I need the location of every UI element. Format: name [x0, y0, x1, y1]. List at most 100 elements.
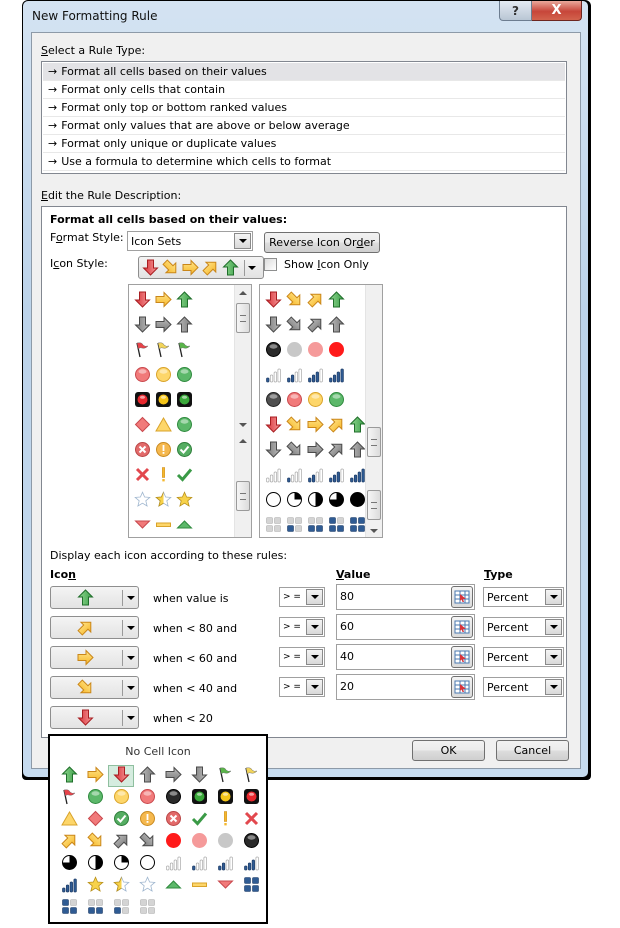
- icon-style-gallery-left[interactable]: [128, 284, 252, 538]
- operator-select[interactable]: > =: [279, 677, 325, 697]
- icon-picker-option[interactable]: [134, 897, 160, 919]
- icon-picker-option[interactable]: [56, 765, 82, 787]
- chevron-down-icon[interactable]: [123, 656, 138, 660]
- icon-picker-option[interactable]: [134, 875, 160, 897]
- operator-select[interactable]: > =: [279, 617, 325, 637]
- no-cell-icon-option[interactable]: No Cell Icon: [50, 745, 266, 758]
- cell-reference-button[interactable]: [451, 586, 473, 608]
- rule-type-option[interactable]: → Format only top or bottom ranked values: [43, 99, 565, 117]
- icon-picker-option[interactable]: [108, 853, 134, 875]
- chevron-down-icon[interactable]: [306, 619, 323, 635]
- rule-type-option[interactable]: → Format only unique or duplicate values: [43, 135, 565, 153]
- cell-reference-button[interactable]: [451, 616, 473, 638]
- rule-icon-select[interactable]: [50, 676, 139, 699]
- icon-picker-option[interactable]: [108, 787, 134, 809]
- icon-picker-option[interactable]: [186, 765, 212, 787]
- reverse-icon-order-button[interactable]: Reverse Icon Or d er: [264, 232, 380, 253]
- chevron-down-icon[interactable]: [245, 266, 259, 270]
- icon-set-option[interactable]: [129, 387, 251, 412]
- icon-set-option[interactable]: [260, 437, 382, 462]
- type-select[interactable]: Percent: [483, 677, 564, 697]
- chevron-down-icon[interactable]: [123, 626, 138, 630]
- icon-picker-option[interactable]: [56, 787, 82, 809]
- chevron-down-icon[interactable]: [306, 589, 323, 605]
- icon-picker-option[interactable]: [56, 853, 82, 875]
- icon-picker-option[interactable]: [186, 875, 212, 897]
- icon-picker-option[interactable]: [56, 875, 82, 897]
- icon-set-option[interactable]: [260, 487, 382, 512]
- ok-button[interactable]: OK: [412, 740, 485, 761]
- chevron-down-icon[interactable]: [545, 589, 562, 605]
- rule-icon-select[interactable]: [50, 646, 139, 669]
- icon-picker-option[interactable]: [56, 831, 82, 853]
- icon-picker-option[interactable]: [134, 765, 160, 787]
- icon-set-option[interactable]: [129, 412, 251, 437]
- icon-set-option[interactable]: [260, 462, 382, 487]
- icon-picker-option[interactable]: [160, 765, 186, 787]
- help-button[interactable]: ?: [499, 1, 532, 21]
- scroll-down-arrow[interactable]: [239, 423, 247, 427]
- type-select[interactable]: Percent: [483, 647, 564, 667]
- icon-set-option[interactable]: [129, 437, 251, 462]
- icon-set-option[interactable]: [260, 387, 382, 412]
- scroll-down-arrow[interactable]: [370, 529, 378, 533]
- close-button[interactable]: X: [532, 1, 582, 21]
- icon-picker-option[interactable]: [238, 787, 264, 809]
- icon-picker-option[interactable]: [186, 809, 212, 831]
- scrollbar[interactable]: [234, 285, 251, 537]
- value-input[interactable]: 20: [336, 674, 475, 700]
- icon-set-option[interactable]: [260, 362, 382, 387]
- icon-picker-option[interactable]: [56, 809, 82, 831]
- value-input[interactable]: 80: [336, 584, 475, 610]
- icon-picker-option[interactable]: [108, 875, 134, 897]
- icon-picker-option[interactable]: [238, 831, 264, 853]
- icon-picker-option[interactable]: [108, 765, 134, 787]
- type-select[interactable]: Percent: [483, 617, 564, 637]
- chevron-down-icon[interactable]: [545, 649, 562, 665]
- rule-type-list[interactable]: → Format all cells based on their values →…: [41, 61, 567, 174]
- icon-picker-option[interactable]: [212, 765, 238, 787]
- icon-picker-option[interactable]: [134, 787, 160, 809]
- icon-picker-option[interactable]: [212, 875, 238, 897]
- icon-picker-option[interactable]: [160, 809, 186, 831]
- icon-set-option[interactable]: [260, 337, 382, 362]
- icon-set-option[interactable]: [260, 287, 382, 312]
- icon-picker-option[interactable]: [134, 809, 160, 831]
- icon-picker-option[interactable]: [186, 787, 212, 809]
- scroll-thumb[interactable]: [367, 427, 381, 457]
- type-select[interactable]: Percent: [483, 587, 564, 607]
- icon-set-option[interactable]: [129, 287, 251, 312]
- chevron-down-icon[interactable]: [306, 679, 323, 695]
- icon-picker-option[interactable]: [82, 853, 108, 875]
- chevron-down-icon[interactable]: [123, 716, 138, 720]
- icon-set-option[interactable]: [129, 487, 251, 512]
- icon-style-gallery-right[interactable]: [259, 284, 383, 538]
- value-input[interactable]: 60: [336, 614, 475, 640]
- icon-picker-option[interactable]: [108, 897, 134, 919]
- chevron-down-icon[interactable]: [306, 649, 323, 665]
- icon-picker-option[interactable]: [160, 831, 186, 853]
- icon-picker-option[interactable]: [134, 853, 160, 875]
- icon-picker-option[interactable]: [160, 853, 186, 875]
- rule-type-option[interactable]: → Format only values that are above or be…: [43, 117, 565, 135]
- icon-set-option[interactable]: [129, 337, 251, 362]
- icon-set-option[interactable]: [260, 512, 382, 537]
- rule-icon-select[interactable]: [50, 616, 139, 639]
- operator-select[interactable]: > =: [279, 647, 325, 667]
- chevron-down-icon[interactable]: [123, 686, 138, 690]
- rule-type-option[interactable]: → Format all cells based on their values: [43, 63, 565, 81]
- chevron-down-icon[interactable]: [545, 679, 562, 695]
- icon-picker-option[interactable]: [82, 765, 108, 787]
- scroll-up-arrow[interactable]: [239, 439, 247, 443]
- icon-picker-option[interactable]: [82, 875, 108, 897]
- scroll-up-arrow[interactable]: [239, 291, 247, 295]
- icon-picker-option[interactable]: [238, 809, 264, 831]
- show-icon-only-checkbox[interactable]: [264, 258, 277, 271]
- chevron-down-icon[interactable]: [545, 619, 562, 635]
- icon-picker-option[interactable]: [238, 853, 264, 875]
- icon-picker-option[interactable]: [160, 787, 186, 809]
- value-input[interactable]: 40: [336, 644, 475, 670]
- rule-icon-select[interactable]: [50, 706, 139, 729]
- rule-type-option[interactable]: → Use a formula to determine which cells …: [43, 153, 565, 171]
- icon-set-option[interactable]: [129, 312, 251, 337]
